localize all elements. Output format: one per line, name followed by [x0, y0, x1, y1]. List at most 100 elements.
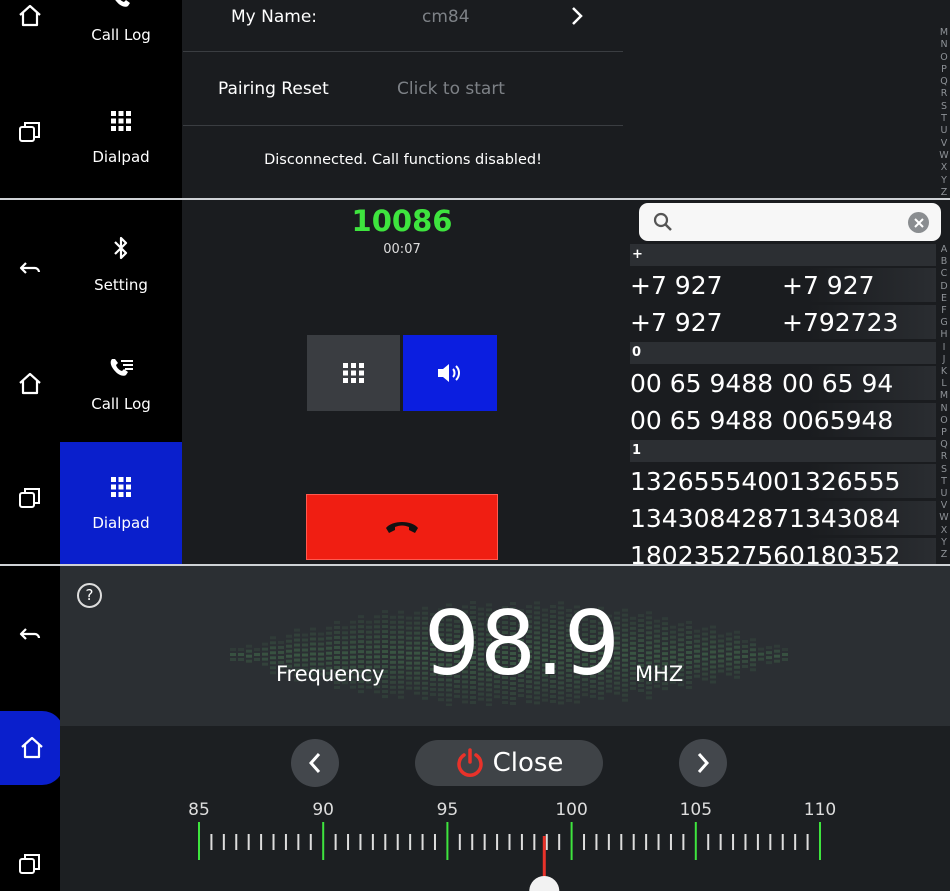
- nav-call-log[interactable]: Call Log: [60, 0, 182, 76]
- equalizer-bar: [630, 646, 636, 650]
- tuner-knob[interactable]: [529, 876, 560, 891]
- contact-row[interactable]: 18023527560180352: [630, 538, 936, 564]
- contact-number-alt: 0065948: [782, 405, 894, 435]
- alphabet-letter[interactable]: Y: [941, 175, 947, 187]
- help-button[interactable]: ?: [77, 583, 102, 608]
- equalizer-bar: [350, 645, 356, 649]
- back-button[interactable]: [8, 612, 52, 656]
- contact-row[interactable]: +7 927 +7 927: [630, 268, 936, 302]
- equalizer-bar: [414, 656, 420, 660]
- alphabet-letter[interactable]: Y: [941, 537, 947, 549]
- alphabet-index[interactable]: MNOPQRSTUVWXYZ: [938, 27, 950, 198]
- alphabet-letter[interactable]: N: [940, 403, 947, 415]
- alphabet-letter[interactable]: G: [940, 317, 947, 329]
- alphabet-letter[interactable]: P: [941, 64, 947, 76]
- alphabet-letter[interactable]: Z: [941, 549, 948, 561]
- alphabet-letter[interactable]: T: [941, 476, 947, 488]
- alphabet-letter[interactable]: I: [943, 342, 946, 354]
- alphabet-letter[interactable]: K: [941, 366, 947, 378]
- contact-row[interactable]: +7 927 +792723: [630, 305, 936, 339]
- bt-nav: Setting Call Log Dialpad: [60, 200, 182, 564]
- alphabet-letter[interactable]: E: [941, 293, 947, 305]
- alphabet-letter[interactable]: V: [941, 138, 948, 150]
- equalizer-bar: [374, 640, 380, 644]
- equalizer-bar: [326, 656, 332, 660]
- equalizer-bar: [254, 658, 260, 661]
- alphabet-letter[interactable]: N: [940, 39, 947, 51]
- keypad-button[interactable]: [307, 335, 400, 411]
- recent-apps-button[interactable]: [8, 110, 52, 154]
- alphabet-letter[interactable]: S: [941, 101, 947, 113]
- alphabet-letter[interactable]: X: [941, 162, 948, 174]
- alphabet-letter[interactable]: W: [939, 512, 948, 524]
- call-log-icon: [110, 359, 133, 376]
- equalizer-bar: [318, 657, 324, 661]
- equalizer-bar: [350, 620, 356, 624]
- equalizer-bar: [550, 699, 556, 703]
- clear-search-button[interactable]: [908, 212, 929, 233]
- alphabet-letter[interactable]: L: [941, 378, 946, 390]
- alphabet-letter[interactable]: V: [941, 500, 948, 512]
- alphabet-index[interactable]: ABCDEFGHIJKLMNOPQRSTUVWXYZ: [938, 244, 950, 564]
- alphabet-letter[interactable]: T: [941, 113, 947, 125]
- home-button[interactable]: [8, 0, 52, 38]
- pairing-reset-row[interactable]: Pairing Reset Click to start: [183, 52, 623, 126]
- alphabet-letter[interactable]: D: [940, 281, 947, 293]
- alphabet-letter[interactable]: U: [941, 488, 948, 500]
- end-call-button[interactable]: [306, 494, 498, 560]
- seek-prev-button[interactable]: [291, 739, 339, 787]
- alphabet-letter[interactable]: O: [940, 415, 947, 427]
- equalizer-bar: [622, 678, 628, 682]
- alphabet-letter[interactable]: Z: [941, 187, 948, 198]
- alphabet-letter[interactable]: B: [941, 256, 948, 268]
- alphabet-letter[interactable]: O: [940, 52, 947, 64]
- nav-dialpad[interactable]: Dialpad: [60, 442, 182, 564]
- equalizer-bar: [334, 635, 340, 639]
- alphabet-letter[interactable]: C: [941, 268, 948, 280]
- alphabet-letter[interactable]: F: [941, 305, 946, 317]
- nav-call-log[interactable]: Call Log: [60, 323, 182, 445]
- contact-row[interactable]: 13265554001326555: [630, 464, 936, 498]
- nav-setting[interactable]: Setting: [60, 203, 182, 325]
- equalizer-bar: [622, 633, 628, 637]
- pairing-reset-action[interactable]: Click to start: [397, 79, 505, 99]
- my-name-row[interactable]: My Name: cm84: [183, 0, 623, 52]
- alphabet-letter[interactable]: M: [940, 390, 948, 402]
- search-input[interactable]: [681, 209, 901, 235]
- alphabet-letter[interactable]: X: [941, 525, 948, 537]
- recent-apps-button[interactable]: [8, 476, 52, 520]
- equalizer-bar: [398, 620, 404, 624]
- equalizer-bar: [654, 644, 660, 648]
- alphabet-letter[interactable]: Q: [940, 439, 947, 451]
- nav-dialpad[interactable]: Dialpad: [60, 76, 182, 198]
- contact-row[interactable]: 00 65 9488 00 65 94: [630, 366, 936, 400]
- home-button[interactable]: [0, 711, 64, 785]
- contact-search[interactable]: [639, 203, 941, 241]
- alphabet-letter[interactable]: J: [943, 354, 946, 366]
- contact-row[interactable]: 13430842871343084: [630, 501, 936, 535]
- alphabet-letter[interactable]: W: [939, 150, 948, 162]
- frequency-scale[interactable]: [0, 816, 950, 891]
- alphabet-letter[interactable]: U: [941, 125, 948, 137]
- alphabet-letter[interactable]: R: [941, 451, 948, 463]
- alphabet-letter[interactable]: M: [940, 27, 948, 39]
- contact-list[interactable]: + +7 927 +7 927 +7 927 +792723 0 00 65 9488 00 …: [630, 244, 936, 564]
- alphabet-letter[interactable]: P: [941, 427, 947, 439]
- contact-row[interactable]: 00 65 9488 0065948: [630, 403, 936, 437]
- back-button[interactable]: [8, 246, 52, 290]
- equalizer-bar: [310, 642, 316, 646]
- home-button[interactable]: [8, 362, 52, 406]
- alphabet-letter[interactable]: H: [940, 329, 947, 341]
- close-radio-button[interactable]: Close: [415, 740, 603, 786]
- seek-next-button[interactable]: [679, 739, 727, 787]
- equalizer-bar: [406, 636, 412, 640]
- alphabet-letter[interactable]: S: [941, 464, 947, 476]
- alphabet-letter[interactable]: R: [941, 88, 948, 100]
- alphabet-letter[interactable]: Q: [940, 76, 947, 88]
- speaker-button[interactable]: [403, 335, 497, 411]
- equalizer-bar: [414, 626, 420, 630]
- equalizer-bar: [694, 659, 700, 663]
- equalizer-bar: [654, 634, 660, 638]
- alphabet-letter[interactable]: A: [941, 244, 948, 256]
- bluetooth-settings-panel: Call Log Dialpad My Name: cm84 Pairing R…: [0, 0, 950, 198]
